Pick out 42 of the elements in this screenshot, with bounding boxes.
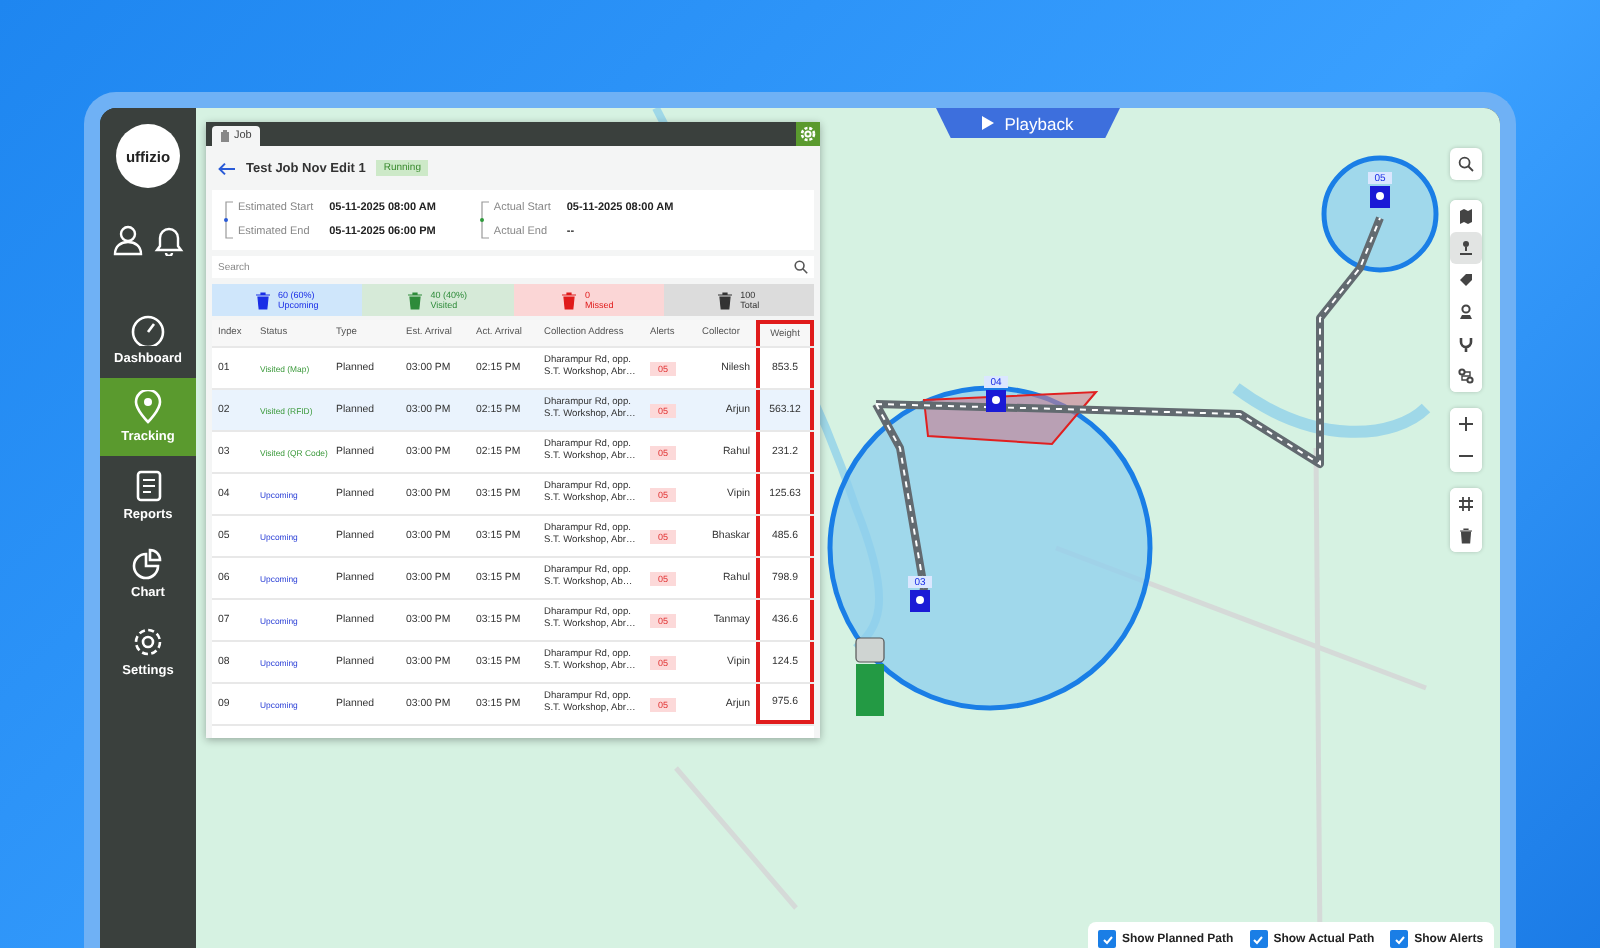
location-pin-icon	[134, 390, 162, 424]
bin-icon	[255, 291, 270, 309]
route-icon	[1458, 368, 1474, 384]
gear-icon	[132, 625, 164, 657]
plus-icon	[1458, 416, 1474, 432]
search-button[interactable]	[1450, 148, 1482, 180]
map-layers-button[interactable]	[1450, 200, 1482, 232]
person-icon	[1458, 304, 1474, 320]
route-button[interactable]	[1450, 360, 1482, 392]
gear-icon	[800, 126, 816, 142]
bin-icon	[718, 291, 733, 309]
road-line	[674, 766, 798, 910]
map-icon	[1458, 208, 1474, 224]
back-arrow-icon[interactable]	[218, 161, 236, 175]
gauge-icon	[130, 313, 166, 345]
delete-button[interactable]	[1450, 520, 1482, 552]
truck-icon[interactable]	[855, 637, 885, 716]
grid-icon	[1458, 496, 1474, 512]
user-icon[interactable]	[112, 224, 144, 256]
network-button[interactable]	[1450, 232, 1482, 264]
timeline-icon	[479, 196, 490, 244]
tag-button[interactable]	[1450, 264, 1482, 296]
search-icon	[794, 260, 808, 274]
network-icon	[1458, 240, 1474, 256]
trash-icon	[1458, 528, 1474, 544]
clipboard-icon	[220, 130, 230, 142]
bell-icon[interactable]	[154, 224, 184, 256]
search-icon	[1458, 156, 1474, 172]
zoom-in-button[interactable]	[1450, 408, 1482, 440]
zoom-out-button[interactable]	[1450, 440, 1482, 472]
bin-icon	[562, 291, 577, 309]
geofence-circle	[1321, 155, 1439, 273]
play-icon	[982, 116, 995, 130]
pie-chart-icon	[132, 547, 164, 579]
playback-button[interactable]: Playback	[936, 108, 1120, 138]
settings-button[interactable]	[796, 122, 820, 146]
grid-button[interactable]	[1450, 488, 1482, 520]
tag-icon	[1458, 272, 1474, 288]
bin-icon	[408, 291, 423, 309]
fork-icon	[1458, 336, 1474, 352]
document-icon	[135, 469, 161, 501]
timeline-icon	[224, 196, 234, 244]
